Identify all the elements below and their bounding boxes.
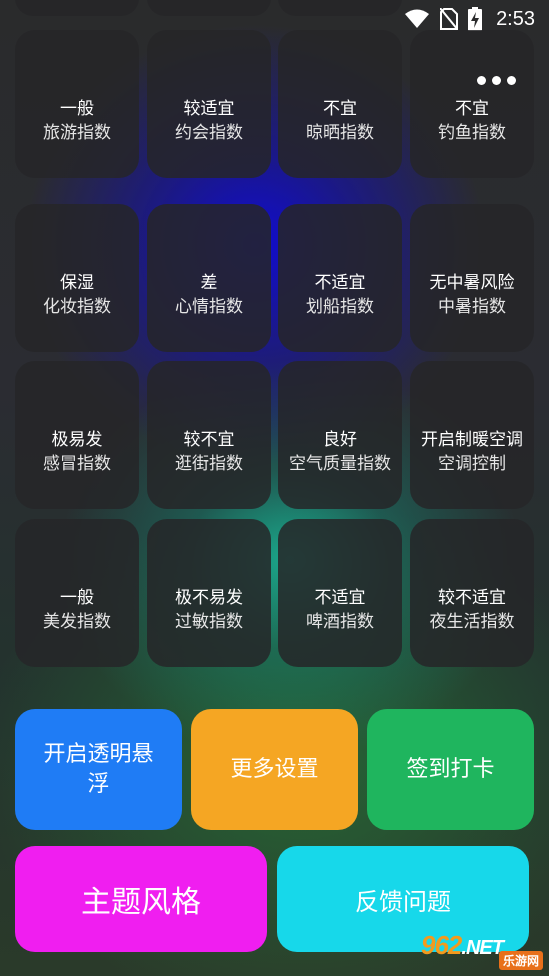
index-row: 一般 旅游指数 较适宜 约会指数 不宜 晾晒指数 不宜 钓鱼指数	[15, 30, 534, 178]
more-settings-button[interactable]: 更多设置	[191, 709, 358, 830]
more-settings-label: 更多设置	[230, 756, 319, 782]
wifi-icon	[404, 9, 430, 29]
index-tile-ac-control[interactable]: 开启制暖空调 空调控制	[410, 361, 534, 509]
index-label: 逛街指数	[175, 454, 243, 474]
check-in-label: 签到打卡	[406, 756, 495, 782]
battery-charging-icon	[468, 7, 483, 31]
index-tile-makeup[interactable]: 保湿 化妆指数	[15, 204, 139, 352]
index-value: 不适宜	[314, 273, 366, 293]
index-label: 空调控制	[438, 454, 506, 474]
index-label: 化妆指数	[43, 297, 111, 317]
index-label: 晾晒指数	[306, 123, 374, 143]
index-label: 空气质量指数	[289, 454, 391, 474]
index-value: 较适宜	[183, 99, 235, 119]
status-time: 2:53	[496, 7, 535, 30]
index-label: 中暑指数	[438, 297, 506, 317]
index-row: 一般 美发指数 极不易发 过敏指数 不适宜 啤酒指数 较不适宜 夜生活指数	[15, 519, 534, 667]
index-value: 差	[200, 273, 218, 293]
index-label: 约会指数	[175, 123, 243, 143]
index-value: 较不适宜	[438, 588, 506, 608]
site-watermark-logo: 962.NET 乐游网	[421, 930, 543, 970]
index-label: 心情指数	[175, 297, 243, 317]
index-value: 开启制暖空调	[421, 430, 523, 450]
watermark-main: 962.NET	[421, 930, 504, 960]
index-value: 不适宜	[314, 588, 366, 608]
index-label: 划船指数	[306, 297, 374, 317]
index-tile-dating[interactable]: 较适宜 约会指数	[147, 30, 271, 178]
index-label: 夜生活指数	[429, 612, 515, 632]
index-tile-cold[interactable]: 极易发 感冒指数	[15, 361, 139, 509]
index-value: 极不易发	[175, 588, 243, 608]
index-tile-boating[interactable]: 不适宜 划船指数	[278, 204, 402, 352]
index-label: 啤酒指数	[306, 612, 374, 632]
no-sim-icon	[440, 8, 459, 30]
index-value: 无中暑风险	[429, 273, 515, 293]
index-label: 旅游指数	[43, 123, 111, 143]
index-tile-travel[interactable]: 一般 旅游指数	[15, 30, 139, 178]
index-tile-hair[interactable]: 一般 美发指数	[15, 519, 139, 667]
index-value: 良好	[323, 430, 357, 450]
index-tile-air-quality[interactable]: 良好 空气质量指数	[278, 361, 402, 509]
index-tile-beer[interactable]: 不适宜 啤酒指数	[278, 519, 402, 667]
index-value: 极易发	[51, 430, 103, 450]
feedback-label: 反馈问题	[355, 887, 451, 916]
index-row: 极易发 感冒指数 较不宜 逛街指数 良好 空气质量指数 开启制暖空调 空调控制	[15, 361, 534, 509]
index-tile-mood[interactable]: 差 心情指数	[147, 204, 271, 352]
transparent-float-button[interactable]: 开启透明悬浮	[15, 709, 182, 830]
theme-style-button[interactable]: 主题风格	[15, 846, 267, 952]
index-label: 钓鱼指数	[438, 123, 506, 143]
check-in-button[interactable]: 签到打卡	[367, 709, 534, 830]
more-options-icon[interactable]	[477, 76, 516, 85]
index-value: 保湿	[60, 273, 94, 293]
index-tile-heatstroke[interactable]: 无中暑风险 中暑指数	[410, 204, 534, 352]
index-value: 较不宜	[183, 430, 235, 450]
index-value: 不宜	[323, 99, 357, 119]
theme-style-label: 主题风格	[81, 885, 201, 920]
index-tile-nightlife[interactable]: 较不适宜 夜生活指数	[410, 519, 534, 667]
index-label: 过敏指数	[175, 612, 243, 632]
index-label: 美发指数	[43, 612, 111, 632]
watermark-sub: 乐游网	[498, 951, 543, 970]
index-value: 一般	[60, 588, 94, 608]
index-tile-fishing[interactable]: 不宜 钓鱼指数	[410, 30, 534, 178]
index-value: 不宜	[455, 99, 489, 119]
index-label: 感冒指数	[43, 454, 111, 474]
transparent-float-label: 开启透明悬浮	[43, 741, 154, 797]
index-row: 保湿 化妆指数 差 心情指数 不适宜 划船指数 无中暑风险 中暑指数	[15, 204, 534, 352]
index-tile-allergy[interactable]: 极不易发 过敏指数	[147, 519, 271, 667]
index-tile-drying[interactable]: 不宜 晾晒指数	[278, 30, 402, 178]
index-value: 一般	[60, 99, 94, 119]
index-tile-shopping[interactable]: 较不宜 逛街指数	[147, 361, 271, 509]
